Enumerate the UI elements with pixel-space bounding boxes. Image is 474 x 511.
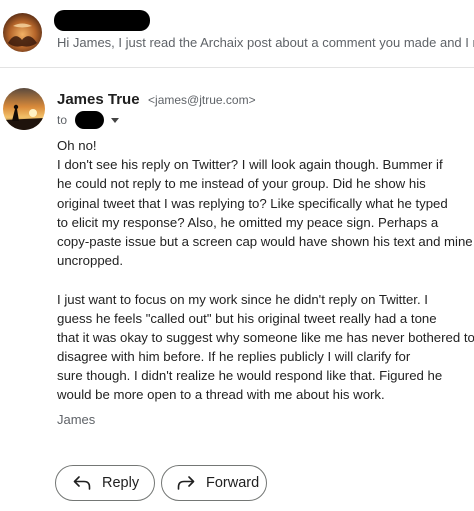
- to-label: to: [57, 113, 68, 127]
- redacted-recipient: [75, 111, 105, 129]
- reply-label: Reply: [102, 475, 140, 491]
- chevron-down-icon[interactable]: [110, 117, 119, 123]
- message-snippet: Hi James, I just read the Archaix post a…: [57, 35, 474, 50]
- body-line: that it was okay to suggest why someone …: [57, 329, 474, 345]
- body-line: disagree with him before. If he replies …: [57, 349, 411, 365]
- body-line: guess he feels "called out" but his orig…: [57, 310, 437, 326]
- body-line: he could not reply to me instead of your…: [57, 176, 426, 192]
- body-line: I don't see his reply on Twitter? I will…: [57, 157, 443, 173]
- reply-arrow-icon: [73, 476, 91, 490]
- forward-arrow-icon: [177, 476, 195, 490]
- message-body: Oh no! I don't see his reply on Twitter?…: [57, 136, 474, 405]
- redacted-sender-name: [54, 10, 150, 31]
- sender-avatar[interactable]: [3, 88, 45, 130]
- reply-button[interactable]: Reply: [55, 465, 155, 501]
- sender-email: <james@jtrue.com>: [148, 93, 256, 107]
- body-line: uncropped.: [57, 253, 123, 269]
- body-line: original tweet that I was replying to? L…: [57, 195, 448, 211]
- sender-name[interactable]: James True: [57, 91, 140, 108]
- body-line: sure though. I didn't realize he would r…: [57, 368, 443, 384]
- forward-button[interactable]: Forward: [161, 465, 267, 501]
- recipients-line[interactable]: to: [57, 111, 119, 129]
- sender-avatar-previous: [3, 13, 42, 52]
- signature: James: [57, 412, 96, 427]
- body-line: I just want to focus on my work since he…: [57, 291, 428, 307]
- forward-label: Forward: [206, 475, 260, 491]
- body-line: to elicit my response? Also, he omitted …: [57, 214, 439, 230]
- body-line: copy-paste issue but a screen cap would …: [57, 233, 473, 249]
- collapsed-message-row[interactable]: Hi James, I just read the Archaix post a…: [0, 0, 474, 66]
- thread-divider: [0, 67, 474, 68]
- sender-line: James True <james@jtrue.com>: [57, 91, 256, 109]
- body-line: would be more open to a thread with me a…: [57, 387, 385, 403]
- body-line: Oh no!: [57, 138, 97, 153]
